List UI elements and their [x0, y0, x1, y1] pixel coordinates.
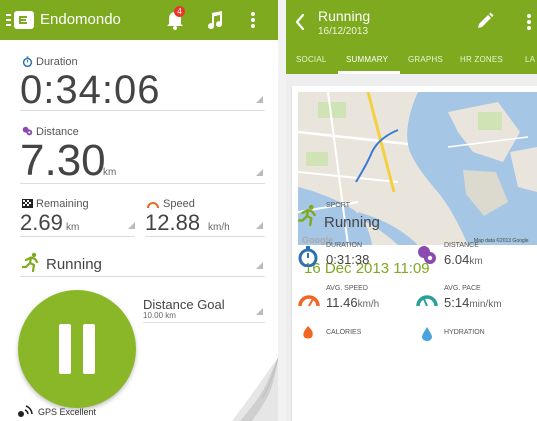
- calories-label: CALORIES: [326, 329, 362, 336]
- notification-badge: 4: [174, 6, 185, 17]
- remaining-value: 2.69: [20, 210, 63, 235]
- field-corner-indicator: [256, 308, 263, 315]
- field-corner-indicator: [256, 222, 263, 229]
- divider: [20, 110, 265, 111]
- field-corner-indicator: [256, 169, 263, 176]
- pause-icon: [83, 324, 95, 374]
- summary-card: Google Map data ©2013 Google 16 Dec 2013…: [292, 86, 537, 421]
- tab-social[interactable]: SOCIAL: [296, 55, 327, 64]
- map-pin-icon: [418, 246, 436, 264]
- divider: [20, 276, 265, 277]
- page-title: Running: [318, 8, 371, 24]
- hydration-label: HYDRATION: [444, 329, 485, 336]
- distance-label: DISTANCE: [444, 242, 479, 249]
- duration-value: 0:31:38: [326, 252, 370, 267]
- distance-value: 7.30: [20, 136, 106, 185]
- tab-laps[interactable]: LA: [525, 55, 535, 64]
- avg-pace-value: 5:14: [444, 295, 470, 310]
- remaining-label: Remaining: [36, 198, 89, 210]
- overflow-menu-icon[interactable]: [526, 13, 532, 31]
- remaining-unit: km: [66, 222, 80, 233]
- gps-signal-icon: [18, 405, 33, 417]
- duration-label: DURATION: [326, 242, 363, 249]
- app-bar: Running 16/12/2013: [286, 0, 537, 44]
- goal-label[interactable]: Distance Goal: [143, 297, 225, 312]
- duration-value: 0:34:06: [20, 68, 161, 112]
- tab-summary[interactable]: SUMMARY: [346, 55, 388, 64]
- distance-value: 6.04: [444, 252, 470, 267]
- speed-label: Speed: [163, 198, 195, 210]
- speedometer-icon: [298, 295, 320, 307]
- tab-graphs[interactable]: GRAPHS: [408, 55, 443, 64]
- avg-pace-metric: 5:14min/km: [444, 295, 502, 310]
- gauge-icon: [416, 295, 438, 307]
- field-corner-indicator: [256, 262, 263, 269]
- app-bar: Endomondo 4: [0, 0, 278, 40]
- avg-speed-metric: 11.46km/h: [326, 295, 379, 310]
- page-curl-icon[interactable]: [232, 358, 278, 421]
- divider: [145, 236, 265, 237]
- divider: [20, 236, 135, 237]
- sport-label: SPORT: [326, 202, 350, 209]
- endomondo-logo-icon[interactable]: [6, 10, 36, 30]
- sport-value: Running: [324, 214, 380, 231]
- pencil-edit-icon[interactable]: [476, 12, 494, 30]
- screen-divider: [278, 0, 286, 421]
- field-corner-indicator: [256, 96, 263, 103]
- avg-speed-value: 11.46: [326, 295, 358, 310]
- speed-unit: km/h: [208, 222, 230, 233]
- divider: [143, 322, 265, 323]
- water-drop-icon: [422, 327, 432, 341]
- overflow-menu-icon[interactable]: [250, 11, 256, 29]
- workout-tracker-screen: Endomondo 4 Duration 0:34:06 Distance 7.…: [0, 0, 278, 421]
- gps-status: GPS Excellent: [38, 407, 97, 417]
- pause-button[interactable]: [18, 290, 136, 408]
- tab-bar: SOCIAL SUMMARY GRAPHS HR ZONES LA: [286, 44, 537, 74]
- distance-unit: km: [469, 256, 483, 267]
- duration-label: Duration: [36, 56, 78, 68]
- distance-metric: 6.04km: [444, 252, 483, 267]
- field-corner-indicator: [128, 222, 135, 229]
- map-attribution: Map data ©2013 Google: [474, 238, 529, 244]
- running-figure-icon: [22, 252, 39, 272]
- avg-pace-label: AVG. PACE: [444, 285, 481, 292]
- distance-unit: km: [103, 167, 117, 178]
- speedometer-icon: [147, 202, 159, 208]
- workout-summary-screen: Running 16/12/2013 SOCIAL SUMMARY GRAPHS…: [286, 0, 537, 421]
- active-tab-indicator: [338, 71, 400, 74]
- speed-value: 12.88: [145, 210, 201, 235]
- checkered-flag-icon: [22, 199, 33, 208]
- page-subtitle: 16/12/2013: [318, 26, 369, 37]
- flame-icon: [303, 326, 313, 339]
- divider: [20, 183, 265, 184]
- running-figure-icon: [298, 204, 316, 226]
- stopwatch-icon: [298, 246, 318, 267]
- tab-hr-zones[interactable]: HR ZONES: [460, 55, 503, 64]
- goal-value: 10.00 km: [143, 311, 176, 320]
- pause-icon: [59, 324, 71, 374]
- avg-speed-label: AVG. SPEED: [326, 285, 368, 292]
- stopwatch-icon: [22, 56, 33, 67]
- app-title: Endomondo: [40, 11, 121, 28]
- avg-speed-unit: km/h: [357, 299, 380, 310]
- sport-selector[interactable]: Running: [46, 256, 102, 273]
- avg-pace-unit: min/km: [469, 299, 502, 310]
- music-note-icon[interactable]: [205, 10, 225, 30]
- back-arrow-icon[interactable]: [294, 13, 306, 31]
